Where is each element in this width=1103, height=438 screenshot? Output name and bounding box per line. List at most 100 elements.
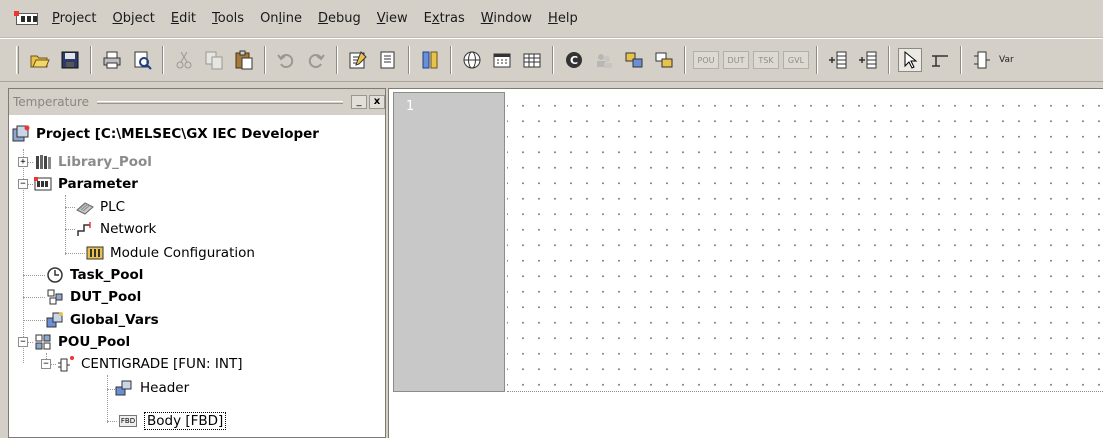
tree-item-network[interactable]: Network: [75, 218, 156, 240]
function-block-button[interactable]: [970, 48, 994, 72]
menu-project[interactable]: Project: [44, 11, 105, 26]
menu-help[interactable]: Help: [540, 11, 586, 26]
users-button[interactable]: [592, 48, 616, 72]
project-tree: + − − − Project [C:\MELSEC\GX IEC Develo…: [9, 119, 385, 437]
close-button[interactable]: x: [369, 95, 385, 109]
navigator-title-bar: Temperature _ x: [9, 89, 385, 115]
menu-online[interactable]: Online: [252, 11, 310, 26]
globe-icon: [463, 51, 481, 69]
tree-item-header[interactable]: Header: [115, 377, 189, 399]
collapse-centigrade[interactable]: −: [41, 359, 51, 369]
undo-button[interactable]: [274, 48, 298, 72]
new-dut-button[interactable]: DUT: [723, 51, 749, 69]
plc-label: PLC: [100, 199, 126, 215]
task-pool-label: Task_Pool: [70, 267, 144, 283]
online-button[interactable]: [460, 48, 484, 72]
open-editor-button[interactable]: [376, 48, 400, 72]
menu-extras[interactable]: Extras: [416, 11, 473, 26]
print-button[interactable]: [100, 48, 124, 72]
tree-item-library-pool[interactable]: Library_Pool: [33, 151, 152, 173]
parameter-label: Parameter: [58, 176, 138, 192]
variable-button[interactable]: Var: [999, 55, 1014, 65]
project-icon: [11, 125, 31, 143]
paste-icon: [235, 50, 253, 70]
tree-item-module-configuration[interactable]: Module Configuration: [85, 242, 255, 264]
transfer-button[interactable]: [622, 48, 646, 72]
toolbar-separator: [408, 46, 410, 74]
cross-reference-button[interactable]: C: [562, 48, 586, 72]
variable-list-button[interactable]: [520, 48, 544, 72]
redo-button[interactable]: [304, 48, 328, 72]
toolbar-separator: [162, 46, 164, 74]
toolbar-separator: [90, 46, 92, 74]
toolbar-grip[interactable]: [16, 46, 19, 74]
tree-item-task-pool[interactable]: Task_Pool: [45, 264, 143, 286]
tree-item-body[interactable]: FBD Body [FBD]: [117, 410, 227, 432]
toolbar-separator: [264, 46, 266, 74]
toolbar: C POU DUT TSK GVL Var: [0, 38, 1103, 82]
paste-button[interactable]: [232, 48, 256, 72]
open-project-button[interactable]: [28, 48, 52, 72]
minimize-button[interactable]: _: [351, 95, 367, 109]
pou-pool-icon: [33, 333, 53, 351]
save-icon: [61, 51, 79, 69]
properties-button[interactable]: [346, 48, 370, 72]
print-preview-icon: [134, 51, 152, 70]
c-circle-icon: C: [566, 52, 582, 68]
svg-text:C: C: [570, 54, 578, 67]
copy-button[interactable]: [202, 48, 226, 72]
expand-library-pool[interactable]: +: [18, 157, 28, 167]
body-label: Body [FBD]: [144, 412, 227, 430]
scissors-icon: [176, 51, 192, 69]
collapse-pou-pool[interactable]: −: [18, 337, 28, 347]
clock-icon: [45, 266, 65, 284]
tree-root-label: Project [C:\MELSEC\GX IEC Developer: [36, 126, 319, 142]
fbd-editor[interactable]: 1: [388, 88, 1103, 438]
collapse-parameter[interactable]: −: [18, 179, 28, 189]
save-button[interactable]: [58, 48, 82, 72]
new-task-button[interactable]: TSK: [753, 51, 779, 69]
function-icon: [56, 355, 76, 373]
tree-item-centigrade[interactable]: CENTIGRADE [FUN: INT]: [56, 353, 242, 375]
menu-view[interactable]: View: [369, 11, 416, 26]
library-pool-label: Library_Pool: [58, 154, 152, 170]
tree-item-plc[interactable]: PLC: [75, 196, 125, 218]
menu-window[interactable]: Window: [473, 11, 540, 26]
editor-canvas-grid[interactable]: [507, 92, 1103, 392]
download-button[interactable]: [652, 48, 676, 72]
menu-edit[interactable]: Edit: [163, 11, 204, 26]
global-vars-icon: [45, 311, 65, 329]
compile-button[interactable]: [418, 48, 442, 72]
menu-tools[interactable]: Tools: [204, 11, 252, 26]
connect-mode-button[interactable]: [928, 48, 952, 72]
new-pou-button[interactable]: POU: [693, 51, 719, 69]
tree-item-global-vars[interactable]: Global_Vars: [45, 309, 159, 331]
tree-item-dut-pool[interactable]: DUT_Pool: [45, 286, 141, 308]
monitor-button[interactable]: [490, 48, 514, 72]
printer-icon: [103, 51, 121, 69]
cursor-icon: [904, 50, 918, 69]
cut-button[interactable]: [172, 48, 196, 72]
print-preview-button[interactable]: [130, 48, 154, 72]
menu-debug[interactable]: Debug: [310, 11, 369, 26]
new-gvl-button[interactable]: GVL: [783, 51, 809, 69]
download-icon: [655, 52, 673, 68]
tree-item-parameter[interactable]: Parameter: [33, 173, 138, 195]
insert-row-above-button[interactable]: [826, 48, 850, 72]
insert-row-below-button[interactable]: [856, 48, 880, 72]
fbd-icon: FBD: [118, 415, 138, 427]
select-mode-button[interactable]: [898, 48, 922, 72]
network-gutter[interactable]: 1: [393, 92, 505, 392]
redo-icon: [308, 54, 325, 68]
properties-icon: [349, 51, 367, 69]
toolbar-separator: [684, 46, 686, 74]
tree-item-pou-pool[interactable]: POU_Pool: [33, 331, 130, 353]
tree-root-project[interactable]: Project [C:\MELSEC\GX IEC Developer: [11, 123, 319, 145]
transfer-icon: [625, 52, 643, 68]
pou-pool-label: POU_Pool: [58, 334, 131, 350]
toolbar-separator: [450, 46, 452, 74]
network-bottom-border: [507, 391, 1103, 392]
menu-object[interactable]: Object: [105, 11, 163, 26]
calendar-icon: [493, 53, 511, 68]
document-edit-icon: [380, 51, 395, 69]
